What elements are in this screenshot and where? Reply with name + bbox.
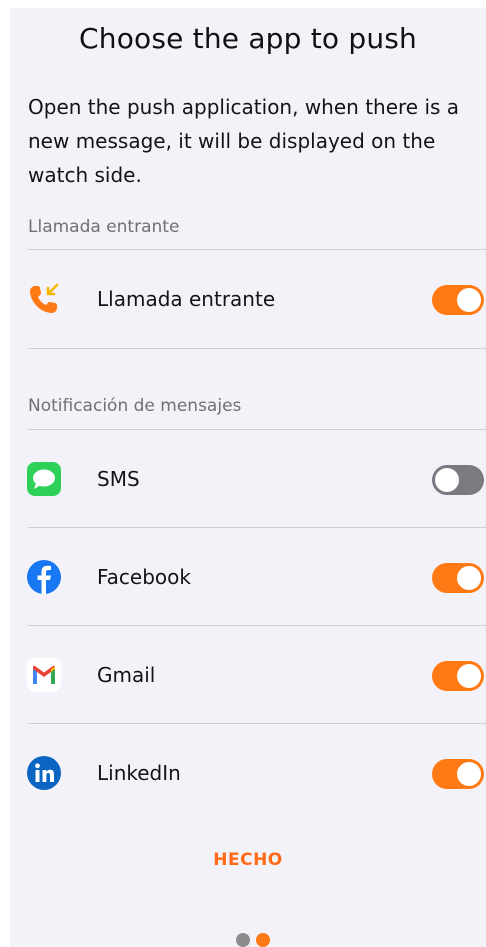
divider — [28, 348, 486, 349]
divider — [28, 249, 486, 250]
toggle-knob — [435, 468, 459, 492]
page-title: Choose the app to push — [79, 22, 417, 55]
divider — [28, 527, 486, 528]
app-label-facebook: Facebook — [97, 565, 191, 589]
app-row-incoming-call: Llamada entrante — [10, 251, 486, 348]
section-label-messages: Notificación de mensajes — [28, 396, 242, 416]
app-row-gmail: Gmail — [10, 627, 486, 724]
app-row-facebook: Facebook — [10, 529, 486, 626]
page-description: Open the push application, when there is… — [28, 95, 460, 187]
app-label-sms: SMS — [97, 467, 140, 491]
gmail-toggle[interactable] — [432, 661, 484, 691]
toggle-knob — [457, 664, 481, 688]
toggle-knob — [457, 566, 481, 590]
linkedin-toggle[interactable] — [432, 759, 484, 789]
app-row-sms: SMS — [10, 431, 486, 528]
incoming-call-icon — [27, 282, 61, 316]
app-label-gmail: Gmail — [97, 663, 156, 687]
done-button[interactable]: HECHO — [10, 850, 486, 870]
sms-icon — [27, 462, 61, 496]
toggle-knob — [457, 288, 481, 312]
section-label-calls: Llamada entrante — [28, 217, 180, 237]
divider — [28, 429, 486, 430]
app-row-linkedin: LinkedIn — [10, 725, 486, 822]
facebook-toggle[interactable] — [432, 563, 484, 593]
page-dot-1 — [236, 933, 250, 947]
push-settings-screen: Choose the app to push Open the push app… — [10, 8, 486, 947]
divider — [28, 723, 486, 724]
incoming-call-toggle[interactable] — [432, 285, 484, 315]
app-label-linkedin: LinkedIn — [97, 761, 181, 785]
app-label-incoming-call: Llamada entrante — [97, 287, 276, 311]
linkedin-icon — [27, 756, 61, 790]
sms-toggle[interactable] — [432, 465, 484, 495]
page-dot-2-active — [256, 933, 270, 947]
facebook-icon — [27, 560, 61, 594]
gmail-icon — [27, 658, 61, 692]
toggle-knob — [457, 762, 481, 786]
divider — [28, 625, 486, 626]
